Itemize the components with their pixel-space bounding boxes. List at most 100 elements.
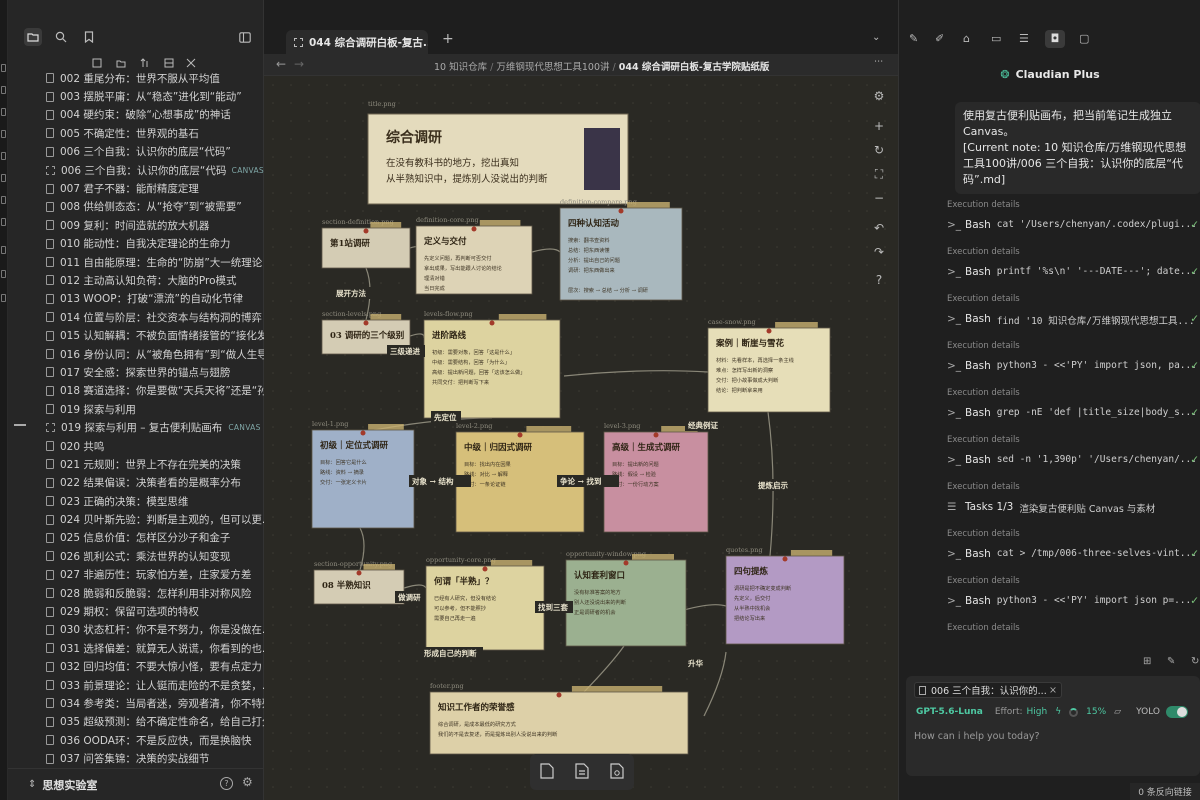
tool-call-row[interactable]: >_ Bash cat > /tmp/006-three-selves-vint..… <box>947 542 1200 576</box>
file-item[interactable]: 006 三个自我：认识你的底层“代码” <box>8 143 264 161</box>
tool-call-row[interactable]: >_ Bash cat '/Users/chenyan/.codex/plugi..… <box>947 213 1200 247</box>
execution-details-toggle[interactable]: Execution details <box>947 623 1200 636</box>
close-all-icon[interactable] <box>182 56 200 70</box>
search-icon[interactable] <box>52 28 70 46</box>
tab-canvas[interactable]: 044 综合调研白板-复古... × <box>286 30 428 54</box>
execution-details-toggle[interactable]: Execution details <box>947 294 1200 307</box>
file-item[interactable]: 026 凯利公式：乘法世界的认知变现 <box>8 547 264 565</box>
bot-icon[interactable]: ◘ <box>1045 30 1065 48</box>
sort-icon[interactable] <box>136 56 154 70</box>
file-item[interactable]: 018 赛道选择：你是要做“天兵天将”还是“孙... <box>8 382 264 400</box>
sticky-card[interactable]: opportunity-core.png 何谓「半熟」？ 已经有人研究，但没有结论可… <box>425 556 545 651</box>
file-item[interactable]: 004 硬约束：破除“心想事成”的神话 <box>8 106 264 124</box>
new-chat-icon[interactable]: ⊞ <box>1143 656 1151 667</box>
ribbon-icon[interactable] <box>1 196 6 204</box>
bolt-icon[interactable]: ϟ <box>1055 707 1061 717</box>
tool-call-row[interactable]: >_ Bash sed -n '1,390p' '/Users/chenyan/..… <box>947 448 1200 482</box>
file-item[interactable]: 013 WOOP：打破“漂流”的自动化节律 <box>8 290 264 308</box>
help-icon[interactable]: ? <box>220 777 233 790</box>
ribbon-icon[interactable] <box>1 246 6 254</box>
pen-icon[interactable]: ✎ <box>909 32 918 45</box>
tool-call-row[interactable]: >_ Bash python3 - <<'PY' import json p=...… <box>947 589 1200 623</box>
sticky-card[interactable]: definition-core.png 定义与交付先定义问题，再判断可否交付拿出成… <box>415 216 533 295</box>
sticky-card[interactable]: definition-compare.png 四种认知活动搜索：翻书查资料总结：把… <box>559 198 683 301</box>
file-item-canvas[interactable]: 006 三个自我：认识你的底层“代码... CANVAS <box>8 161 264 179</box>
file-item[interactable]: 027 非遍历性：玩家怕方差，庄家爱方差 <box>8 566 264 584</box>
execution-details-toggle[interactable]: Execution details <box>947 341 1200 354</box>
sticky-card[interactable]: case-snow.png 案例｜断崖与雪花材料：先看样本，再选择一条主线难点：怎… <box>707 318 831 413</box>
task-row[interactable]: ☰ Tasks 1/3 渲染复古便利贴 Canvas 与素材 <box>947 495 1200 529</box>
archive-icon[interactable]: ▭ <box>991 32 1001 45</box>
file-item[interactable]: 003 摆脱平庸：从“稳态”进化到“能动” <box>8 87 264 105</box>
file-item[interactable]: 019 探索与利用 <box>8 400 264 418</box>
tool-call-row[interactable]: >_ Bash find '10 知识仓库/万维钢现代思想工具... ✓ <box>947 307 1200 341</box>
chat-input[interactable] <box>914 728 1190 744</box>
execution-details-toggle[interactable]: Execution details <box>947 435 1200 448</box>
file-item[interactable]: 010 能动性：自我决定理论的生命力 <box>8 235 264 253</box>
add-media-icon[interactable] <box>610 762 624 782</box>
tag-icon[interactable]: ⌂ <box>963 32 970 45</box>
file-item[interactable]: 032 回归均值：不要大惊小怪，要有点定力 <box>8 658 264 676</box>
file-item[interactable]: 005 不确定性：世界观的基石 <box>8 124 264 142</box>
reset-zoom-icon[interactable]: ↻ <box>865 138 893 162</box>
sticky-card[interactable]: section-opportunity.png08 半熟知识 <box>313 560 405 605</box>
file-item[interactable]: 037 问答集锦：决策的实战细节 <box>8 749 264 767</box>
new-folder-icon[interactable] <box>112 56 130 70</box>
execution-details-toggle[interactable]: Execution details <box>947 529 1200 542</box>
execution-details-toggle[interactable]: Execution details <box>947 482 1200 495</box>
file-item[interactable]: 023 正确的决策：模型思维 <box>8 492 264 510</box>
model-selector[interactable]: GPT-5.6-Luna <box>916 707 983 717</box>
ribbon-icon[interactable] <box>1 108 6 116</box>
tool-call-row[interactable]: >_ Bash grep -nE 'def |title_size|body_s..… <box>947 401 1200 435</box>
file-item[interactable]: 020 共鸣 <box>8 437 264 455</box>
tool-call-row[interactable]: >_ Bash printf '%s\n' '---DATE---'; date..… <box>947 260 1200 294</box>
gear-icon[interactable]: ⚙ <box>242 775 253 789</box>
ribbon-icon[interactable] <box>1 64 6 72</box>
ribbon-icon[interactable] <box>1 218 6 226</box>
sticky-card[interactable]: opportunity-window.png认知套利窗口没有标准答案的地方别人还… <box>565 550 687 647</box>
sticky-card[interactable]: quotes.png 四句提炼调研是把不确定变成判断先定义，后交付从半熟中找机会把… <box>725 546 845 645</box>
file-item[interactable]: 025 信息价值：怎样区分沙子和金子 <box>8 529 264 547</box>
sidebar-toggle-icon[interactable] <box>236 28 254 46</box>
execution-details-toggle[interactable]: Execution details <box>947 576 1200 589</box>
file-item[interactable]: 008 供给侧态态：从“抢夺”到“被需要” <box>8 198 264 216</box>
file-item[interactable]: 030 状态杠杆：你不是不努力，你是没做在... <box>8 621 264 639</box>
file-item[interactable]: 015 认知解耦：不被负面情绪接管的“接化发” <box>8 326 264 344</box>
new-note-icon[interactable] <box>88 56 106 70</box>
execution-details-toggle[interactable]: Execution details <box>947 388 1200 401</box>
collapse-icon[interactable] <box>160 56 178 70</box>
sticky-card[interactable]: level-3.png高级｜生成式调研目标：提出新的问题路线：假设 → 检验交付… <box>603 422 709 533</box>
forward-arrow-icon[interactable]: → <box>294 57 304 71</box>
file-item[interactable]: 036 OODA环：不是反应快，而是换脑快 <box>8 731 264 749</box>
file-item[interactable]: 016 身份认同：从“被角色拥有”到“做人生导... <box>8 345 264 363</box>
fit-icon[interactable]: ⛶ <box>865 162 893 186</box>
sticky-card[interactable]: section-definition.png第1站调研 <box>321 218 411 269</box>
file-item[interactable]: 017 安全感：探索世界的锚点与翅膀 <box>8 363 264 381</box>
list-icon[interactable]: ☰ <box>1019 32 1029 45</box>
monitor-icon[interactable]: ▢ <box>1079 32 1089 45</box>
vault-switcher[interactable]: ⇕ 思想实验室 ? ⚙ <box>8 768 264 800</box>
file-item[interactable]: 009 复利：时间造就的放大机器 <box>8 216 264 234</box>
panel-resize-handle[interactable] <box>14 424 26 426</box>
redo-icon[interactable]: ↷ <box>865 240 893 264</box>
pen-sparkle-icon[interactable]: ✐ <box>935 32 944 45</box>
yolo-toggle[interactable] <box>1166 706 1188 718</box>
breadcrumb-item[interactable]: 10 知识仓库 <box>434 62 487 73</box>
add-card-icon[interactable] <box>540 762 554 782</box>
file-item-canvas[interactable]: 019 探索与利用 – 复古便利贴画布 CANVAS <box>8 418 264 436</box>
sticky-card[interactable]: footer.png 知识工作者的荣誉感综合调研，是成本最低的研究方式我们的不是去… <box>429 682 689 755</box>
more-options-icon[interactable]: ⋯ <box>874 56 884 67</box>
file-item[interactable]: 007 君子不器：能耐精度定理 <box>8 179 264 197</box>
file-item[interactable]: 034 参考类：当局者迷，旁观者清，你不特殊 <box>8 694 264 712</box>
file-item[interactable]: 021 元规则：世界上不存在完美的决策 <box>8 455 264 473</box>
backlinks-status[interactable]: 0 条反向链接 <box>1130 783 1200 800</box>
new-tab-icon[interactable]: + <box>442 31 454 47</box>
ribbon-icon[interactable] <box>1 270 6 278</box>
bookmark-icon[interactable] <box>80 28 98 46</box>
sticky-card[interactable]: level-1.png 初级｜定位式调研目标：回答它是什么路线：资料 → 摘录交付… <box>311 420 415 529</box>
canvas-board[interactable]: title.png 综合调研 在没有教科书的地方，挖出真知 从半熟知识中，提炼别人没说… <box>264 76 898 800</box>
folder-icon[interactable]: ▱ <box>1114 707 1121 717</box>
file-item[interactable]: 029 期权：保留可选项的特权 <box>8 602 264 620</box>
execution-details-toggle[interactable]: Execution details <box>947 247 1200 260</box>
file-item[interactable]: 012 主动高认知负荷：大脑的Pro模式 <box>8 271 264 289</box>
